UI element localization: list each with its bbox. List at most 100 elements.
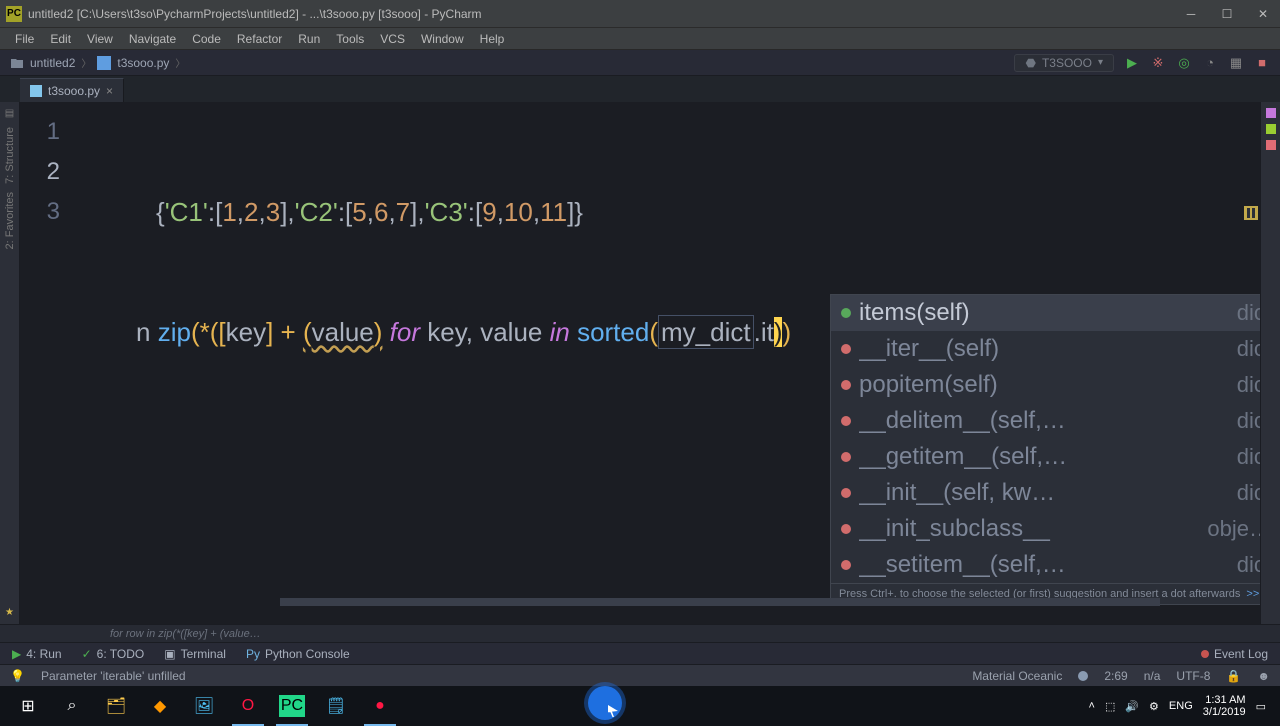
action-center-icon[interactable]: ▭ [1256, 700, 1266, 713]
breadcrumb-bar: for row in zip(*([key] + (value… [0, 624, 1280, 642]
python-file-icon [30, 85, 42, 97]
search-button[interactable]: ⌕ [50, 686, 94, 726]
profile-button[interactable]: ◔ [1202, 55, 1218, 71]
autocomplete-item[interactable]: popitem(self)dict [831, 367, 1260, 403]
menu-edit[interactable]: Edit [43, 30, 78, 48]
clock-time[interactable]: 1:31 AM [1205, 694, 1245, 706]
line-number: 3 [20, 192, 68, 232]
theme-name[interactable]: Material Oceanic [972, 669, 1062, 683]
chevron-right-icon: 〉 [81, 55, 91, 70]
cursor-position[interactable]: 2:69 [1104, 669, 1127, 683]
autocomplete-item[interactable]: __getitem__(self,…dict [831, 439, 1260, 475]
method-icon [841, 488, 851, 498]
status-bar: 💡 Parameter 'iterable' unfilled Material… [0, 664, 1280, 686]
play-icon: ▶ [12, 647, 21, 661]
run-tool-button[interactable]: ▶4: Run [12, 647, 62, 661]
python-icon: Py [246, 647, 260, 661]
autocomplete-item[interactable]: items(self)dict [831, 295, 1260, 331]
check-icon: ✓ [82, 647, 92, 661]
run-configuration-selector[interactable]: ⬣ T3SOOO ▾ [1014, 54, 1114, 72]
app-icon: PC [6, 6, 22, 22]
python-icon: ⬣ [1025, 56, 1035, 70]
menu-window[interactable]: Window [414, 30, 471, 48]
system-tray[interactable]: ˄ ⬚ 🔊 ⚙ ENG 1:31 AM 3/1/2019 ▭ [1089, 694, 1275, 718]
recorder-button[interactable]: ● [358, 686, 402, 726]
search-everywhere-button[interactable]: ▦ [1228, 55, 1244, 71]
python-console-tool-button[interactable]: PyPython Console [246, 647, 350, 661]
database-tool-button[interactable] [1266, 124, 1276, 134]
method-icon [841, 452, 851, 462]
maximize-button[interactable]: ☐ [1216, 4, 1238, 24]
sublime-button[interactable]: ◆ [138, 686, 182, 726]
menu-file[interactable]: File [8, 30, 41, 48]
network-icon[interactable]: ⬚ [1105, 700, 1115, 713]
autocomplete-item[interactable]: __delitem__(self,…dict [831, 403, 1260, 439]
method-icon [841, 308, 851, 318]
editor-tabs: t3sooo.py × [0, 76, 1280, 102]
line-number: 1 [20, 112, 68, 152]
bulb-icon[interactable]: 💡 [10, 669, 25, 683]
context-text: for row in zip(*([key] + (value… [110, 628, 261, 640]
stop-button[interactable]: ■ [1254, 55, 1270, 71]
menu-bar: File Edit View Navigate Code Refactor Ru… [0, 28, 1280, 50]
pycharm-button[interactable]: PC [270, 686, 314, 726]
language-indicator[interactable]: ENG [1169, 700, 1193, 712]
minimize-button[interactable]: ─ [1180, 4, 1202, 24]
close-tab-icon[interactable]: × [106, 84, 113, 98]
autocomplete-item[interactable]: __init_subclass__obje… [831, 511, 1260, 547]
analysis-paused-icon[interactable] [1244, 206, 1258, 220]
project-tool-button[interactable]: ▤ [5, 108, 14, 119]
chevron-right-icon: 〉 [175, 55, 185, 70]
menu-view[interactable]: View [80, 30, 120, 48]
line-number: 2 [20, 152, 68, 192]
structure-tool-button[interactable]: 7: Structure [4, 127, 16, 184]
horizontal-scrollbar[interactable] [280, 598, 1160, 606]
menu-tools[interactable]: Tools [329, 30, 371, 48]
terminal-icon: ▣ [164, 647, 175, 661]
theme-dot-icon [1078, 671, 1088, 681]
menu-help[interactable]: Help [473, 30, 512, 48]
menu-navigate[interactable]: Navigate [122, 30, 183, 48]
autocomplete-item[interactable]: __setitem__(self,…dict [831, 547, 1260, 583]
windows-taskbar: ⊞ ⌕ 🗂 ◆ 🖼 O PC 🗒 ● ˄ ⬚ 🔊 ⚙ ENG 1:31 AM 3… [0, 686, 1280, 726]
photos-button[interactable]: 🖼 [182, 686, 226, 726]
favorites-tool-button[interactable]: 2: Favorites [4, 192, 16, 249]
notepad-button[interactable]: 🗒 [314, 686, 358, 726]
sciview-tool-button[interactable] [1266, 108, 1276, 118]
breadcrumb-project[interactable]: untitled2 [30, 56, 75, 70]
code-line: n zip(*([key] + (value) for key, value i… [80, 312, 791, 352]
tray-chevron-icon[interactable]: ˄ [1089, 700, 1095, 712]
lock-icon[interactable]: 🔒 [1226, 669, 1241, 683]
editor-tab[interactable]: t3sooo.py × [20, 78, 124, 102]
maven-tool-button[interactable] [1266, 140, 1276, 150]
menu-refactor[interactable]: Refactor [230, 30, 289, 48]
encoding-status[interactable]: UTF-8 [1176, 669, 1210, 683]
folder-icon [10, 56, 24, 70]
code-line: {'C1':[1,2,3],'C2':[5,6,7],'C3':[9,10,11… [80, 192, 791, 232]
debug-button[interactable]: ※ [1150, 55, 1166, 71]
close-button[interactable]: ✕ [1252, 4, 1274, 24]
start-button[interactable]: ⊞ [6, 686, 50, 726]
menu-code[interactable]: Code [185, 30, 228, 48]
autocomplete-item[interactable]: __init__(self, kw…dict [831, 475, 1260, 511]
menu-run[interactable]: Run [291, 30, 327, 48]
autocomplete-item[interactable]: __iter__(self)dict [831, 331, 1260, 367]
coverage-button[interactable]: ◎ [1176, 55, 1192, 71]
left-tool-strip: ▤ 7: Structure 2: Favorites ★ [0, 102, 20, 624]
run-button[interactable]: ▶ [1124, 55, 1140, 71]
chevron-down-icon: ▾ [1098, 57, 1103, 68]
tray-icon[interactable]: ⚙ [1149, 700, 1159, 713]
opera-button[interactable]: O [226, 686, 270, 726]
hector-icon[interactable]: ☻ [1257, 669, 1270, 683]
run-config-name: T3SOOO [1042, 56, 1092, 70]
breadcrumb-file[interactable]: t3sooo.py [117, 56, 169, 70]
code-editor[interactable]: 1 2 3 {'C1':[1,2,3],'C2':[5,6,7],'C3':[9… [20, 102, 1260, 624]
todo-tool-button[interactable]: ✓6: TODO [82, 647, 145, 661]
clock-date[interactable]: 3/1/2019 [1203, 706, 1246, 718]
terminal-tool-button[interactable]: ▣Terminal [164, 647, 226, 661]
volume-icon[interactable]: 🔊 [1125, 700, 1139, 713]
event-log-button[interactable]: Event Log [1201, 647, 1268, 661]
mouse-cursor-indicator [588, 686, 622, 720]
menu-vcs[interactable]: VCS [373, 30, 412, 48]
file-explorer-button[interactable]: 🗂 [94, 686, 138, 726]
